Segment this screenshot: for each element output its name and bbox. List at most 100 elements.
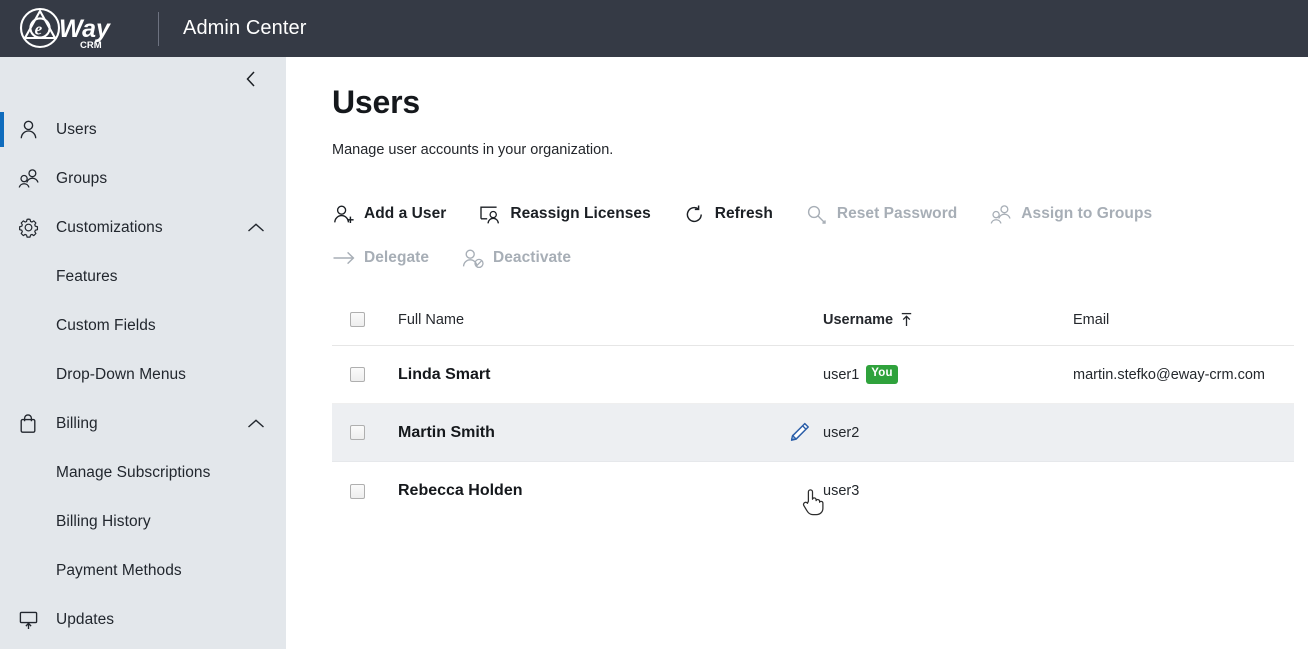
sidebar-item-label: Drop-Down Menus xyxy=(56,365,186,383)
people-icon xyxy=(989,204,1013,225)
command-label: Refresh xyxy=(714,205,773,223)
chevron-up-icon[interactable] xyxy=(246,221,266,234)
sidebar-item-label: Payment Methods xyxy=(56,561,182,579)
row-checkbox[interactable] xyxy=(350,483,365,499)
svg-text:Way: Way xyxy=(59,15,111,43)
column-header-full-name[interactable]: Full Name xyxy=(398,311,823,329)
reassign-licenses-button[interactable]: Reassign Licenses xyxy=(478,192,651,236)
cell-full-name: Linda Smart xyxy=(398,366,823,384)
column-label: Username xyxy=(823,311,894,328)
you-badge: You xyxy=(866,365,898,384)
column-header-username[interactable]: Username xyxy=(823,312,1073,328)
topbar-title: Admin Center xyxy=(183,17,307,39)
page-title: Users xyxy=(332,84,420,120)
main-content: Users Manage user accounts in your organ… xyxy=(286,57,1308,649)
user-username: user2 xyxy=(823,424,860,441)
cell-username: user1 You xyxy=(823,365,1073,384)
sidebar-item-billing[interactable]: Billing xyxy=(0,399,286,448)
user-email: martin.stefko@eway-crm.com xyxy=(1073,366,1265,383)
column-label: Email xyxy=(1073,311,1110,328)
body-region: Users Groups Customizations Features Cus… xyxy=(0,57,1308,649)
row-select-cell xyxy=(332,425,398,441)
key-icon xyxy=(805,204,829,225)
sidebar-item-features[interactable]: Features xyxy=(0,252,286,301)
select-all-checkbox[interactable] xyxy=(350,312,365,328)
monitor-update-icon xyxy=(18,609,44,630)
arrow-right-icon xyxy=(332,249,356,267)
chevron-up-icon[interactable] xyxy=(246,417,266,430)
row-checkbox[interactable] xyxy=(350,425,365,441)
table-header-row: Full Name Username Email xyxy=(332,294,1294,347)
gear-icon xyxy=(18,217,44,238)
chevron-left-icon xyxy=(246,71,255,87)
command-label: Reset Password xyxy=(836,205,958,223)
column-label: Full Name xyxy=(398,311,465,328)
column-header-email[interactable]: Email xyxy=(1073,311,1294,329)
person-icon xyxy=(18,119,44,140)
users-table: Full Name Username Email Linda Smart use… xyxy=(332,294,1294,520)
delegate-button: Delegate xyxy=(332,236,429,280)
sidebar-item-manage-subscriptions[interactable]: Manage Subscriptions xyxy=(0,448,286,497)
cell-username: user3 xyxy=(823,483,1073,499)
assign-to-groups-button: Assign to Groups xyxy=(989,192,1152,236)
sidebar-item-label: Billing History xyxy=(56,512,151,530)
sidebar-collapse-row xyxy=(0,57,286,101)
column-label-sorted: Username xyxy=(823,312,913,328)
admin-center-app: e Way CRM Admin Center Users Groups Cust… xyxy=(0,0,1308,649)
user-full-name: Martin Smith xyxy=(398,423,495,441)
person-block-icon xyxy=(461,248,485,269)
command-bar: Add a User Reassign Licenses Refresh Res… xyxy=(332,192,1308,280)
sidebar-item-label: Custom Fields xyxy=(56,316,156,334)
sidebar-collapse-button[interactable] xyxy=(238,66,264,92)
refresh-button[interactable]: Refresh xyxy=(683,192,773,236)
people-icon xyxy=(18,168,44,189)
table-row[interactable]: Linda Smart user1 You martin.stefko@eway… xyxy=(332,346,1294,405)
sidebar-item-label: Customizations xyxy=(56,218,163,236)
eway-crm-logo[interactable]: e Way CRM xyxy=(14,5,134,53)
command-label: Assign to Groups xyxy=(1021,205,1153,223)
svg-text:CRM: CRM xyxy=(80,40,102,51)
sidebar-item-users[interactable]: Users xyxy=(0,105,286,154)
sidebar-item-drop-down-menus[interactable]: Drop-Down Menus xyxy=(0,350,286,399)
row-select-cell xyxy=(332,483,398,499)
sidebar-item-label: Manage Subscriptions xyxy=(56,463,211,481)
sidebar-item-groups[interactable]: Groups xyxy=(0,154,286,203)
reset-password-button: Reset Password xyxy=(805,192,957,236)
cell-username: user2 xyxy=(790,422,1073,441)
refresh-icon xyxy=(683,204,707,225)
select-all-cell xyxy=(332,312,398,328)
sidebar-item-billing-history[interactable]: Billing History xyxy=(0,497,286,546)
person-add-icon xyxy=(332,204,356,225)
bag-icon xyxy=(18,413,44,434)
user-full-name: Rebecca Holden xyxy=(398,482,523,500)
row-checkbox[interactable] xyxy=(350,367,365,383)
sidebar-item-payment-methods[interactable]: Payment Methods xyxy=(0,546,286,595)
cell-full-name: Rebecca Holden xyxy=(398,482,823,500)
top-bar: e Way CRM Admin Center xyxy=(0,0,1308,57)
table-row[interactable]: Martin Smith user2 xyxy=(332,404,1294,463)
sidebar-item-custom-fields[interactable]: Custom Fields xyxy=(0,301,286,350)
sidebar: Users Groups Customizations Features Cus… xyxy=(0,57,286,649)
cell-full-name: Martin Smith xyxy=(398,424,823,442)
row-select-cell xyxy=(332,367,398,383)
sidebar-nav: Users Groups Customizations Features Cus… xyxy=(0,101,286,644)
command-label: Reassign Licenses xyxy=(510,205,651,223)
pencil-edit-icon[interactable] xyxy=(785,419,813,447)
sidebar-item-customizations[interactable]: Customizations xyxy=(0,203,286,252)
cell-email: martin.stefko@eway-crm.com xyxy=(1073,366,1294,384)
svg-text:e: e xyxy=(35,19,43,38)
command-label: Delegate xyxy=(364,249,430,267)
user-full-name: Linda Smart xyxy=(398,365,491,383)
add-a-user-button[interactable]: Add a User xyxy=(332,192,446,236)
table-row[interactable]: Rebecca Holden user3 xyxy=(332,462,1294,520)
deactivate-button: Deactivate xyxy=(461,236,571,280)
sidebar-item-updates[interactable]: Updates xyxy=(0,595,286,644)
sort-ascending-icon xyxy=(900,312,913,327)
user-username: user1 xyxy=(823,366,860,383)
page-subtitle: Manage user accounts in your organizatio… xyxy=(332,142,614,159)
command-label: Deactivate xyxy=(493,249,572,267)
sidebar-item-label: Updates xyxy=(56,610,115,628)
sidebar-item-label: Groups xyxy=(56,169,108,187)
command-label: Add a User xyxy=(364,205,447,223)
sidebar-item-label: Features xyxy=(56,267,118,285)
